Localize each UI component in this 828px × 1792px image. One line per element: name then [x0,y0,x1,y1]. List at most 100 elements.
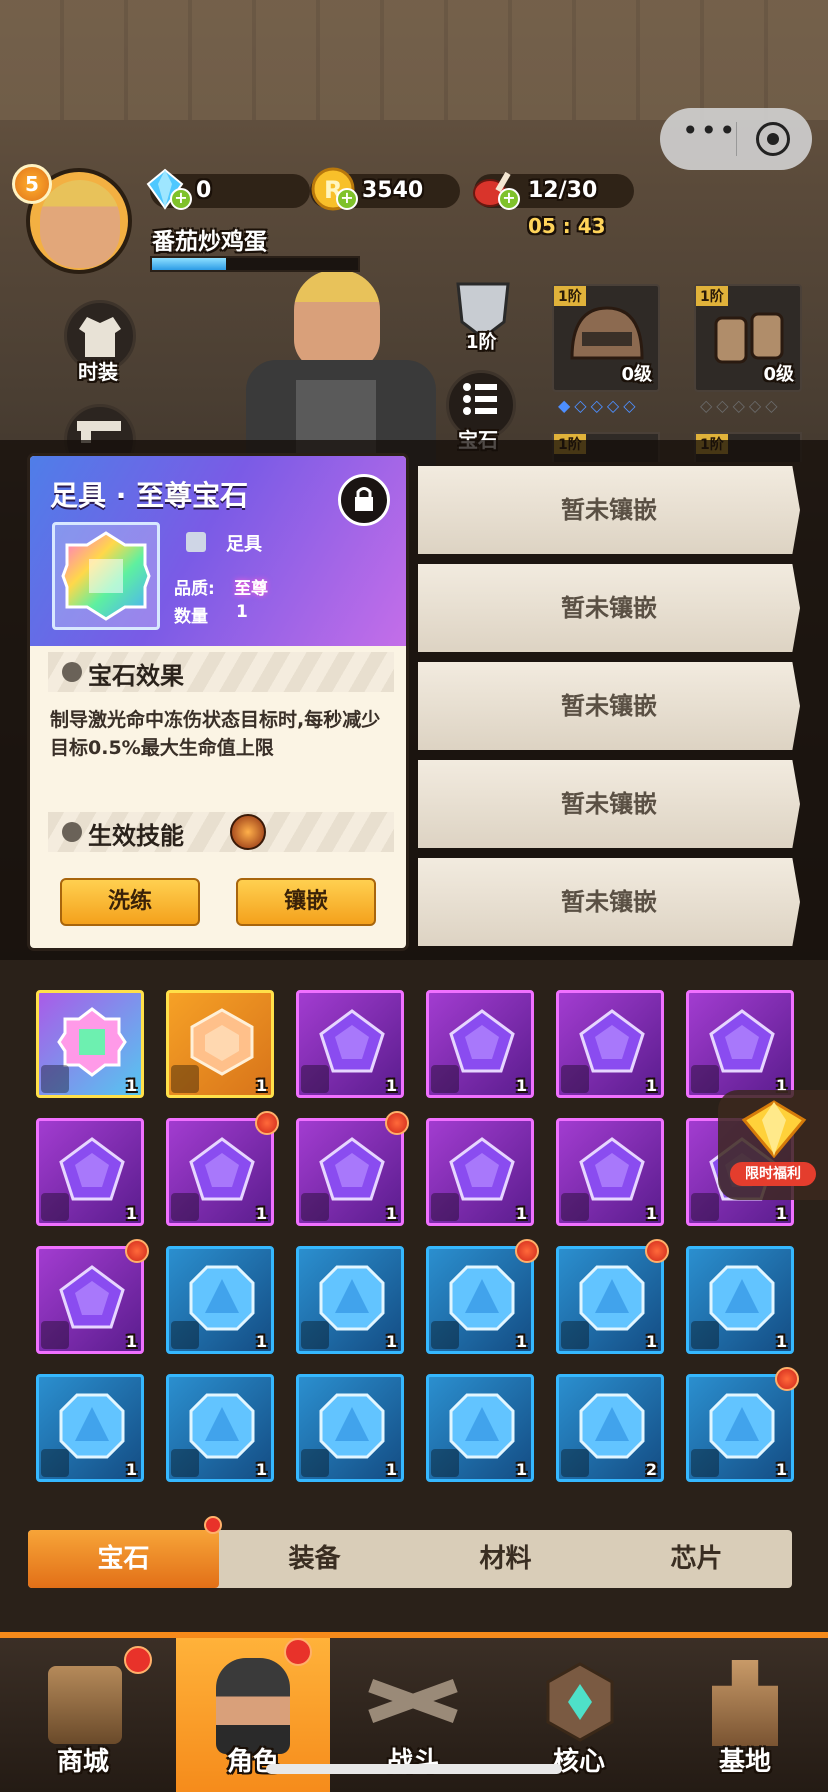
diamond-counter: + 0 [146,168,310,210]
gem-inventory-item[interactable]: 1 [166,1246,274,1354]
gem-count: 1 [645,1332,657,1351]
laser-skill-icon[interactable] [230,814,266,850]
gem-inventory-item[interactable]: 1 [686,1367,799,1482]
gem-inventory-item[interactable]: 1 [426,1374,534,1482]
tab-chip[interactable]: 芯片 [601,1530,792,1588]
core-icon [546,1662,614,1742]
crossed-guns-icon [368,1679,458,1723]
gem-inventory-item[interactable]: 1 [556,1118,664,1226]
gem-count: 1 [645,1204,657,1223]
gem-inventory-item[interactable]: 1 [166,1374,274,1482]
exp-bar-fill [152,258,227,270]
tab-material[interactable]: 材料 [410,1530,601,1588]
gem-inventory-item[interactable]: 1 [296,1111,409,1226]
boots-slot-icon [41,1193,69,1221]
gem-inventory-item[interactable]: 1 [556,990,664,1098]
gem-inventory-item[interactable]: 1 [556,1239,669,1354]
boots-slot-icon [691,1065,719,1093]
gem-count: 1 [385,1204,397,1223]
gem-count: 1 [255,1332,267,1351]
list-icon [463,383,497,415]
notification-dot [515,1239,539,1263]
gloves-slot-icon [561,1065,589,1093]
quantity-label: 数量 [174,607,208,627]
stamina-timer: 05 : 43 [528,214,606,238]
gem-count: 1 [255,1204,267,1223]
stamina-counter: + 12/30 [473,171,634,210]
gem-inventory-item[interactable]: 1 [296,1246,404,1354]
gem-count: 1 [255,1076,267,1095]
gem-count: 1 [125,1460,137,1479]
coin-add-button[interactable]: + [336,188,358,210]
gem-inventory-item[interactable]: 2 [556,1374,664,1482]
tab-equipment[interactable]: 装备 [219,1530,410,1588]
diamond-add-button[interactable]: + [170,188,192,210]
socket-slot[interactable]: 暂未镶嵌 [418,662,800,750]
stamina-add-button[interactable]: + [498,188,520,210]
socket-slot[interactable]: 暂未镶嵌 [418,466,800,554]
boots-slot-icon [301,1449,329,1477]
coin-value: 3540 [362,178,424,203]
chest-tier: 1阶 [466,332,497,353]
refine-button[interactable]: 洗练 [60,878,200,926]
gem-inventory-item[interactable]: 1 [166,990,274,1098]
gem-slot-label: 足具 [226,534,262,555]
home-indicator [266,1764,562,1774]
gloves-slot-icon [171,1449,199,1477]
gem-count: 1 [515,1460,527,1479]
helmet-equip-slot[interactable]: 1阶 0级 [552,284,660,392]
player-name: 番茄炒鸡蛋 [152,229,267,255]
nav-base-label: 基地 [718,1747,771,1777]
character-icon [216,1658,290,1754]
gem-inventory-item[interactable]: 1 [36,1374,144,1482]
glove-slot-icon [431,1193,459,1221]
gem-inventory-item[interactable]: 1 [426,1118,534,1226]
nav-base[interactable]: 基地 [662,1638,828,1792]
inlay-button[interactable]: 镶嵌 [236,878,376,926]
close-miniprogram-icon[interactable] [756,122,790,156]
gem-inventory-item[interactable]: 1 [166,1111,279,1226]
gem-inventory-item[interactable]: 1 [686,990,794,1098]
gem-inventory-item[interactable]: 1 [686,1246,794,1354]
gem-count: 1 [125,1076,137,1095]
gem-inventory-item[interactable]: 1 [296,990,404,1098]
socket-slot[interactable]: 暂未镶嵌 [418,564,800,652]
nav-shop[interactable]: 商城 [0,1638,166,1792]
socket-slot[interactable]: 暂未镶嵌 [418,858,800,946]
quantity-value: 1 [236,602,248,622]
gloves-slot-icon [171,1065,199,1093]
gem-count: 1 [255,1460,267,1479]
lock-icon [355,487,373,511]
gem-count: 1 [515,1076,527,1095]
base-tower-icon [712,1660,778,1746]
lock-button[interactable] [338,474,390,526]
exp-bar [150,256,360,272]
effect-heading: 宝石效果 [88,662,184,690]
gem-count: 1 [515,1332,527,1351]
helmet-gem-dots: ◆◇◇◇◇ [558,396,640,415]
inventory-tabs: 宝石 装备 材料 芯片 [28,1516,792,1588]
gem-inventory-item[interactable]: 1 [426,990,534,1098]
gem-title: 足具 · 至尊宝石 [50,479,249,512]
miniprogram-capsule: ••• [660,108,812,170]
more-menu-icon[interactable]: ••• [682,117,742,152]
glove-slot-icon [561,1193,589,1221]
gem-inventory-item[interactable]: 1 [36,1118,144,1226]
gem-inventory-item[interactable]: 1 [36,1239,149,1354]
socket-slot[interactable]: 暂未镶嵌 [418,760,800,848]
gloves-equip-slot[interactable]: 1阶 0级 [694,284,802,392]
gem-inventory-item[interactable]: 1 [426,1239,539,1354]
gem-inventory-item[interactable]: 1 [296,1374,404,1482]
gem-count: 1 [385,1460,397,1479]
diamond-value: 0 [196,178,212,203]
notification-dot [125,1239,149,1263]
nav-notification-dot [284,1638,312,1666]
tab-gem[interactable]: 宝石 [28,1530,219,1588]
limited-offer-button[interactable]: 限时福利 [718,1090,828,1200]
quality-label: 品质: [174,579,215,599]
supreme-gem-icon [61,531,151,621]
gem-inventory-item[interactable]: 1 [36,990,144,1098]
gem-count: 2 [645,1460,657,1479]
gem-count: 1 [125,1332,137,1351]
notification-dot [645,1239,669,1263]
